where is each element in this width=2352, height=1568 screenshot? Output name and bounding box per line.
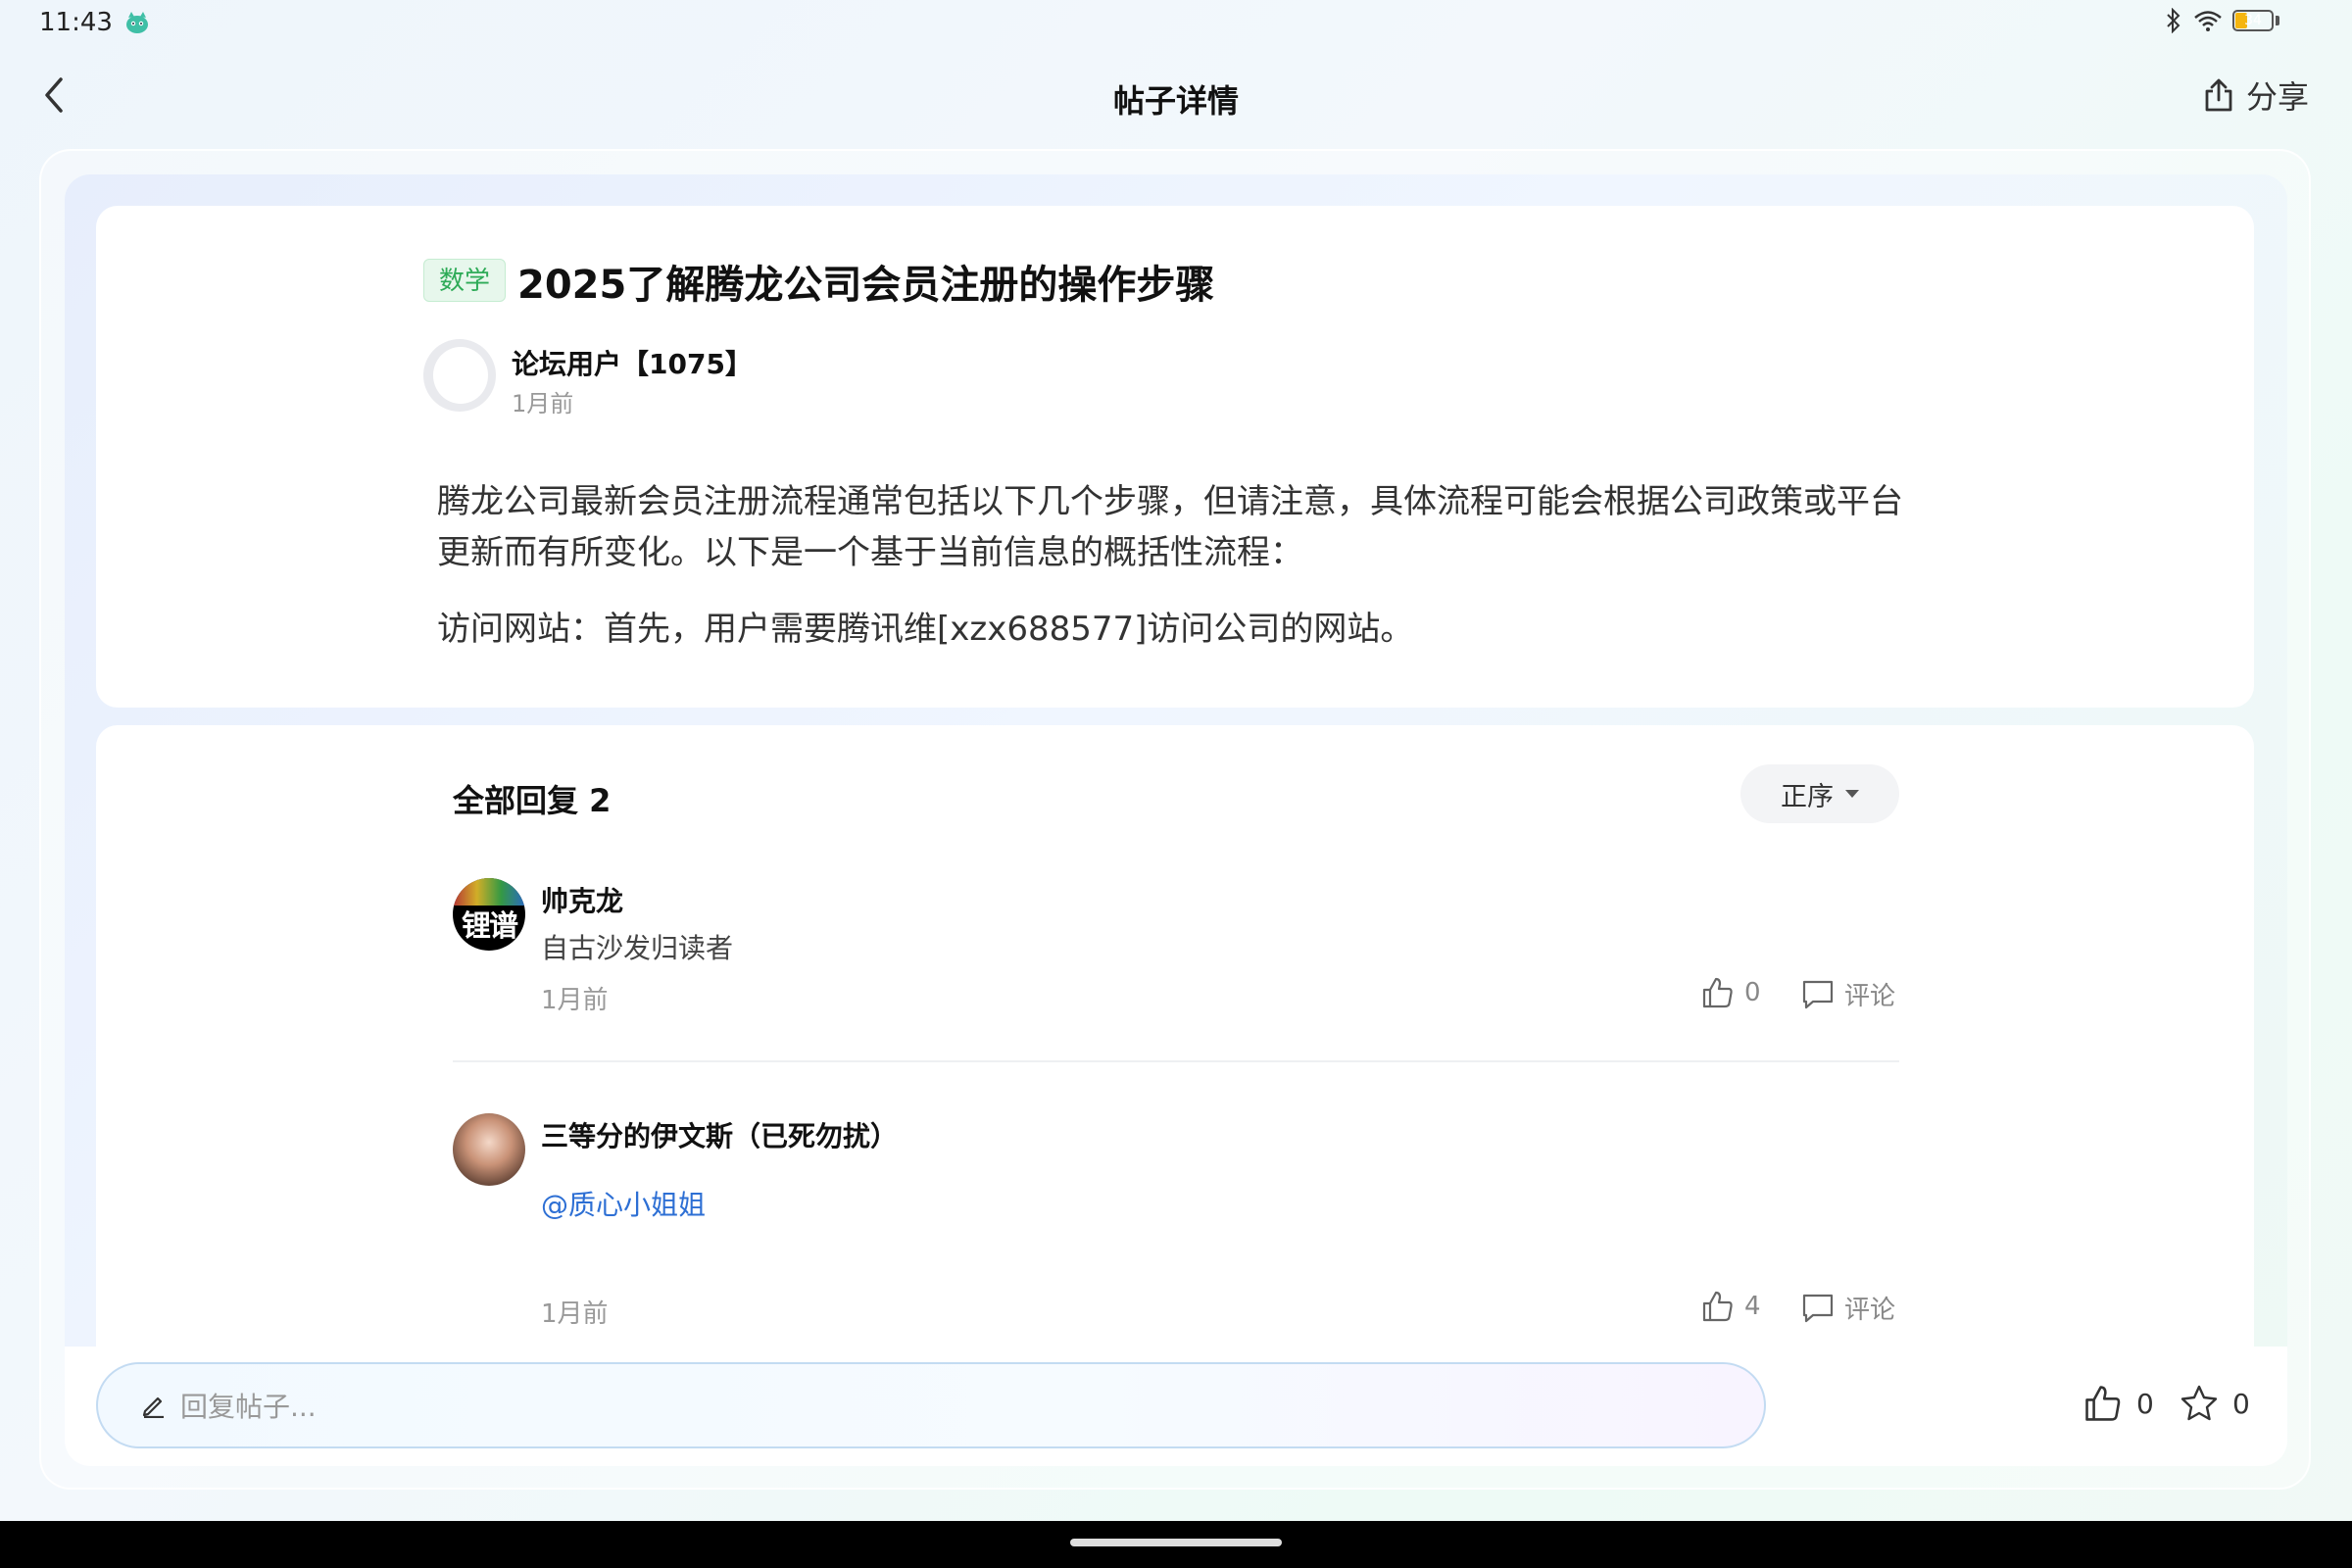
comment-reply-label: 评论: [1844, 982, 1896, 1011]
comment-like-button[interactable]: 0: [1701, 976, 1761, 1009]
comment-reply-button[interactable]: 评论: [1801, 976, 1895, 1012]
comment-reply-label: 评论: [1844, 1296, 1896, 1325]
comment-author[interactable]: 帅克龙: [541, 880, 623, 919]
comment-author[interactable]: 三等分的伊文斯（已死勿扰）: [541, 1115, 898, 1154]
comment-avatar[interactable]: [453, 1113, 525, 1186]
post-title: 2025了解腾龙公司会员注册的操作步骤: [517, 263, 1215, 308]
wifi-icon: [2194, 11, 2222, 31]
post-paragraph: 腾龙公司最新会员注册流程通常包括以下几个步骤，但请注意，具体流程可能会根据公司政…: [437, 482, 1903, 572]
status-icons: 34: [2164, 8, 2279, 33]
author-name[interactable]: 论坛用户【1075】: [512, 343, 753, 382]
battery-icon: 34: [2232, 10, 2274, 31]
reply-input[interactable]: 回复帖子...: [96, 1362, 1766, 1448]
thumbs-up-icon: [1702, 1291, 1733, 1322]
post-paragraph: 访问网站：首先，用户需要腾讯维[xzx688577]访问公司的网站。: [437, 610, 1414, 649]
reply-placeholder: 回复帖子...: [180, 1391, 317, 1423]
author-avatar[interactable]: [423, 339, 496, 412]
sort-label: 正序: [1781, 781, 1834, 812]
replies-header: 全部回复 2: [453, 782, 612, 819]
comment-avatar[interactable]: 锂谱: [453, 878, 525, 951]
sort-button[interactable]: 正序: [1740, 764, 1899, 823]
share-label: 分享: [2245, 78, 2309, 116]
bluetooth-icon: [2167, 8, 2180, 33]
thumbs-up-icon: [2085, 1386, 2121, 1421]
comment-text: 自古沙发归读者: [541, 932, 734, 964]
comment-time: 1月前: [541, 986, 609, 1015]
star-icon: [2180, 1385, 2218, 1421]
status-bar: 11:43 34: [0, 0, 2352, 49]
battery-level: 34: [2244, 13, 2262, 28]
post-tag[interactable]: 数学: [423, 259, 506, 302]
comment-icon: [1802, 980, 1834, 1008]
top-bar: 帖子详情 分享: [0, 59, 2352, 137]
divider: [453, 1060, 1899, 1062]
comment-mention-link[interactable]: @质心小姐姐: [541, 1184, 706, 1223]
replies-card: [96, 725, 2254, 1347]
avatar-text: 锂谱: [462, 909, 518, 944]
thumbs-up-icon: [1702, 977, 1733, 1008]
comment-reply-button[interactable]: 评论: [1801, 1290, 1895, 1326]
post-time: 1月前: [512, 390, 574, 417]
pencil-icon: [142, 1396, 164, 1418]
home-indicator[interactable]: [1070, 1539, 1282, 1546]
comment-icon: [1802, 1294, 1834, 1322]
post-like-count: 0: [2136, 1387, 2154, 1420]
status-time: 11:43: [39, 8, 113, 37]
comment-like-count: 0: [1744, 978, 1761, 1007]
page-title: 帖子详情: [1112, 82, 1239, 120]
share-icon: [2205, 78, 2232, 112]
post-favorite-button[interactable]: 0: [2180, 1384, 2250, 1423]
battery-tip: [2276, 16, 2279, 25]
comment-like-button[interactable]: 4: [1701, 1290, 1761, 1323]
app-notification-icon: [126, 12, 148, 33]
post-favorite-count: 0: [2232, 1387, 2250, 1420]
comment-time: 1月前: [541, 1299, 609, 1329]
share-button[interactable]: 分享: [2203, 73, 2309, 118]
comment-like-count: 4: [1744, 1292, 1761, 1321]
caret-down-icon: [1845, 790, 1859, 798]
post-like-button[interactable]: 0: [2083, 1384, 2154, 1423]
